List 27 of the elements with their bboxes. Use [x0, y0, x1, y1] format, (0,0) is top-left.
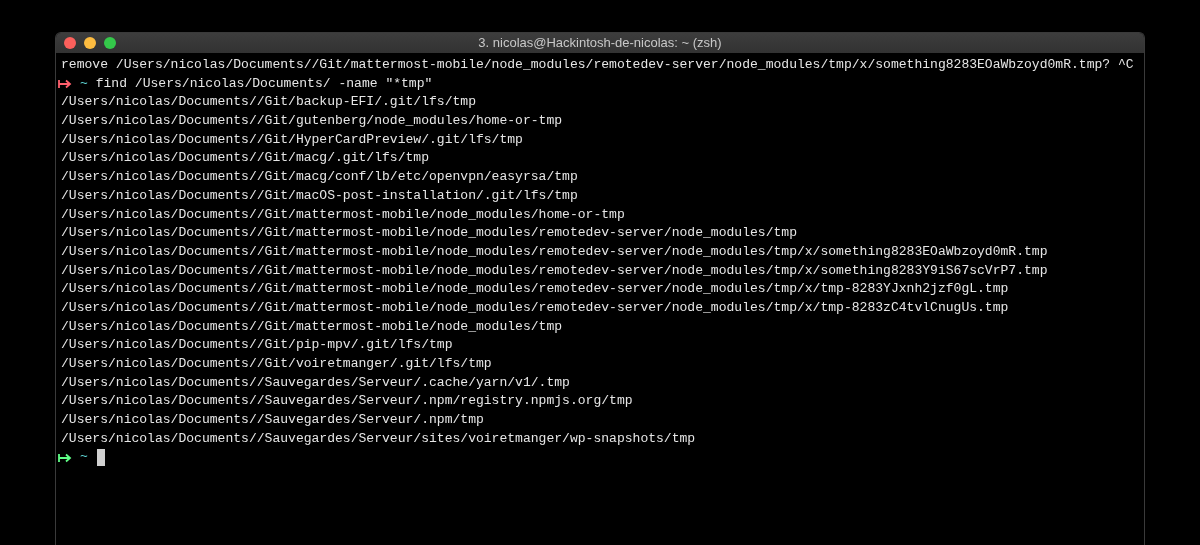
close-button[interactable] [64, 37, 76, 49]
output-line: /Users/nicolas/Documents//Git/pip-mpv/.git/lfs/tmp [61, 336, 453, 355]
output-line: /Users/nicolas/Documents//Git/backup-EFI/.git/lfs/tmp [61, 93, 476, 112]
output-line: /Users/nicolas/Documents//Git/mattermost-mobile/node_modules/remotedev-server/node_modules/tmp/x/something8283EOaWbzoyd0mR.tmp [61, 242, 1048, 261]
prompt-directory: ~ [80, 74, 88, 93]
minimize-button[interactable] [84, 37, 96, 49]
output-line: /Users/nicolas/Documents//Git/mattermost-mobile/node_modules/remotedev-server/node_modules/tmp/x/tmp-8283YJxnh2jzf0gL.tmp [61, 280, 1009, 299]
output-line: /Users/nicolas/Documents//Sauvegardes/Serveur/sites/voiretmanger/wp-snapshots/tmp [61, 429, 696, 448]
window-title: 3. nicolas@Hackintosh-de-nicolas: ~ (zsh) [478, 34, 722, 52]
zoom-button[interactable] [104, 37, 116, 49]
output-line: /Users/nicolas/Documents//Git/macg/conf/lb/etc/openvpn/easyrsa/tmp [61, 168, 578, 187]
output-line: remove /Users/nicolas/Documents//Git/mattermost-mobile/node_modules/remotedev-server/node_modules/tmp/x/something8283EOaWbzoyd0mR.tmp? ^C [61, 56, 1134, 74]
output-line: /Users/nicolas/Documents//Git/HyperCardPreview/.git/lfs/tmp [61, 130, 523, 149]
output-line: /Users/nicolas/Documents//Git/mattermost-mobile/node_modules/remotedev-server/node_modules/tmp/x/something8283Y9iS67scVrP7.tmp [61, 261, 1048, 280]
output-line: /Users/nicolas/Documents//Git/mattermost-mobile/node_modules/home-or-tmp [61, 205, 625, 224]
output-line: /Users/nicolas/Documents//Git/gutenberg/node_modules/home-or-tmp [61, 112, 563, 131]
output-line: /Users/nicolas/Documents//Sauvegardes/Serveur/.cache/yarn/v1/.tmp [61, 373, 570, 392]
output-line: /Users/nicolas/Documents//Git/mattermost-mobile/node_modules/remotedev-server/node_modules/tmp [61, 224, 797, 243]
output-line: /Users/nicolas/Documents//Sauvegardes/Serveur/.npm/tmp [61, 411, 484, 430]
output-line: /Users/nicolas/Documents//Git/voiretmanger/.git/lfs/tmp [61, 355, 492, 373]
output-line: /Users/nicolas/Documents//Git/mattermost-mobile/node_modules/tmp [61, 317, 563, 336]
output-line: /Users/nicolas/Documents//Git/macOS-post-installation/.git/lfs/tmp [61, 186, 578, 205]
output-line: /Users/nicolas/Documents//Git/mattermost-mobile/node_modules/remotedev-server/node_modules/tmp/x/tmp-8283zC4tvlCnugUs.tmp [61, 298, 1009, 317]
output-line: /Users/nicolas/Documents//Git/macg/.git/lfs/tmp [61, 149, 429, 168]
command-text: find /Users/nicolas/Documents/ -name "*tmp" [95, 74, 433, 93]
output-line: /Users/nicolas/Documents//Sauvegardes/Serveur/.npm/registry.npmjs.org/tmp [61, 392, 633, 411]
prompt-directory: ~ [80, 448, 88, 467]
